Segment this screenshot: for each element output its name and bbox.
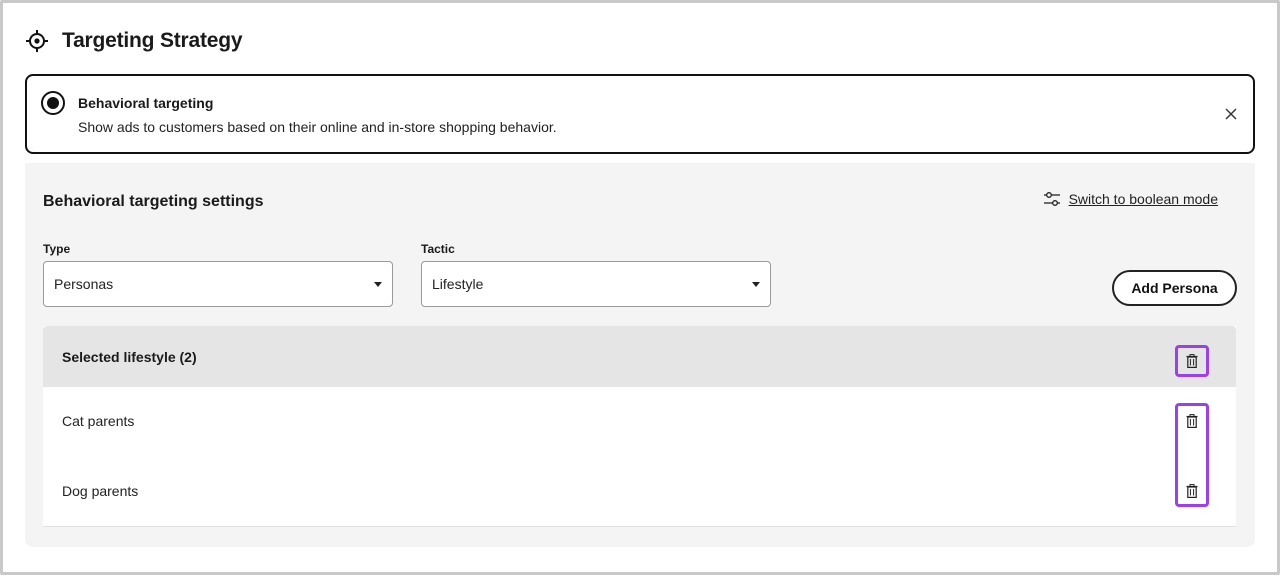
close-icon[interactable] <box>1223 106 1239 122</box>
chevron-down-icon <box>374 282 382 287</box>
add-persona-button[interactable]: Add Persona <box>1112 270 1237 306</box>
list-header: Selected lifestyle (2) <box>43 326 1236 387</box>
list-item: Cat parents <box>62 413 135 429</box>
type-select[interactable]: Personas <box>43 261 393 307</box>
trash-icon[interactable] <box>1186 354 1198 368</box>
list-item: Dog parents <box>62 483 139 499</box>
strategy-description: Show ads to customers based on their onl… <box>78 119 557 135</box>
settings-title: Behavioral targeting settings <box>43 193 264 210</box>
type-label: Type <box>43 242 71 256</box>
tactic-select-value: Lifestyle <box>432 276 484 292</box>
list-header-title: Selected lifestyle (2) <box>62 349 197 365</box>
crosshair-icon <box>26 30 48 52</box>
sliders-icon <box>1043 192 1060 206</box>
trash-icon[interactable] <box>1186 414 1198 428</box>
page-title: Targeting Strategy <box>62 29 243 52</box>
trash-icon[interactable] <box>1186 484 1198 498</box>
settings-panel: Behavioral targeting settings Switch to … <box>25 163 1255 547</box>
selected-lifestyle-list: Selected lifestyle (2) Cat parents Dog p… <box>43 326 1236 527</box>
switch-boolean-mode-link[interactable]: Switch to boolean mode <box>1043 190 1218 208</box>
strategy-title: Behavioral targeting <box>78 95 214 111</box>
tactic-select[interactable]: Lifestyle <box>421 261 771 307</box>
chevron-down-icon <box>752 282 760 287</box>
behavioral-targeting-card[interactable]: Behavioral targeting Show ads to custome… <box>25 74 1255 154</box>
switch-link-label: Switch to boolean mode <box>1068 191 1218 207</box>
page-header: Targeting Strategy <box>26 26 243 56</box>
type-select-value: Personas <box>54 276 114 292</box>
tactic-label: Tactic <box>421 242 455 256</box>
behavioral-targeting-radio[interactable] <box>41 91 65 115</box>
